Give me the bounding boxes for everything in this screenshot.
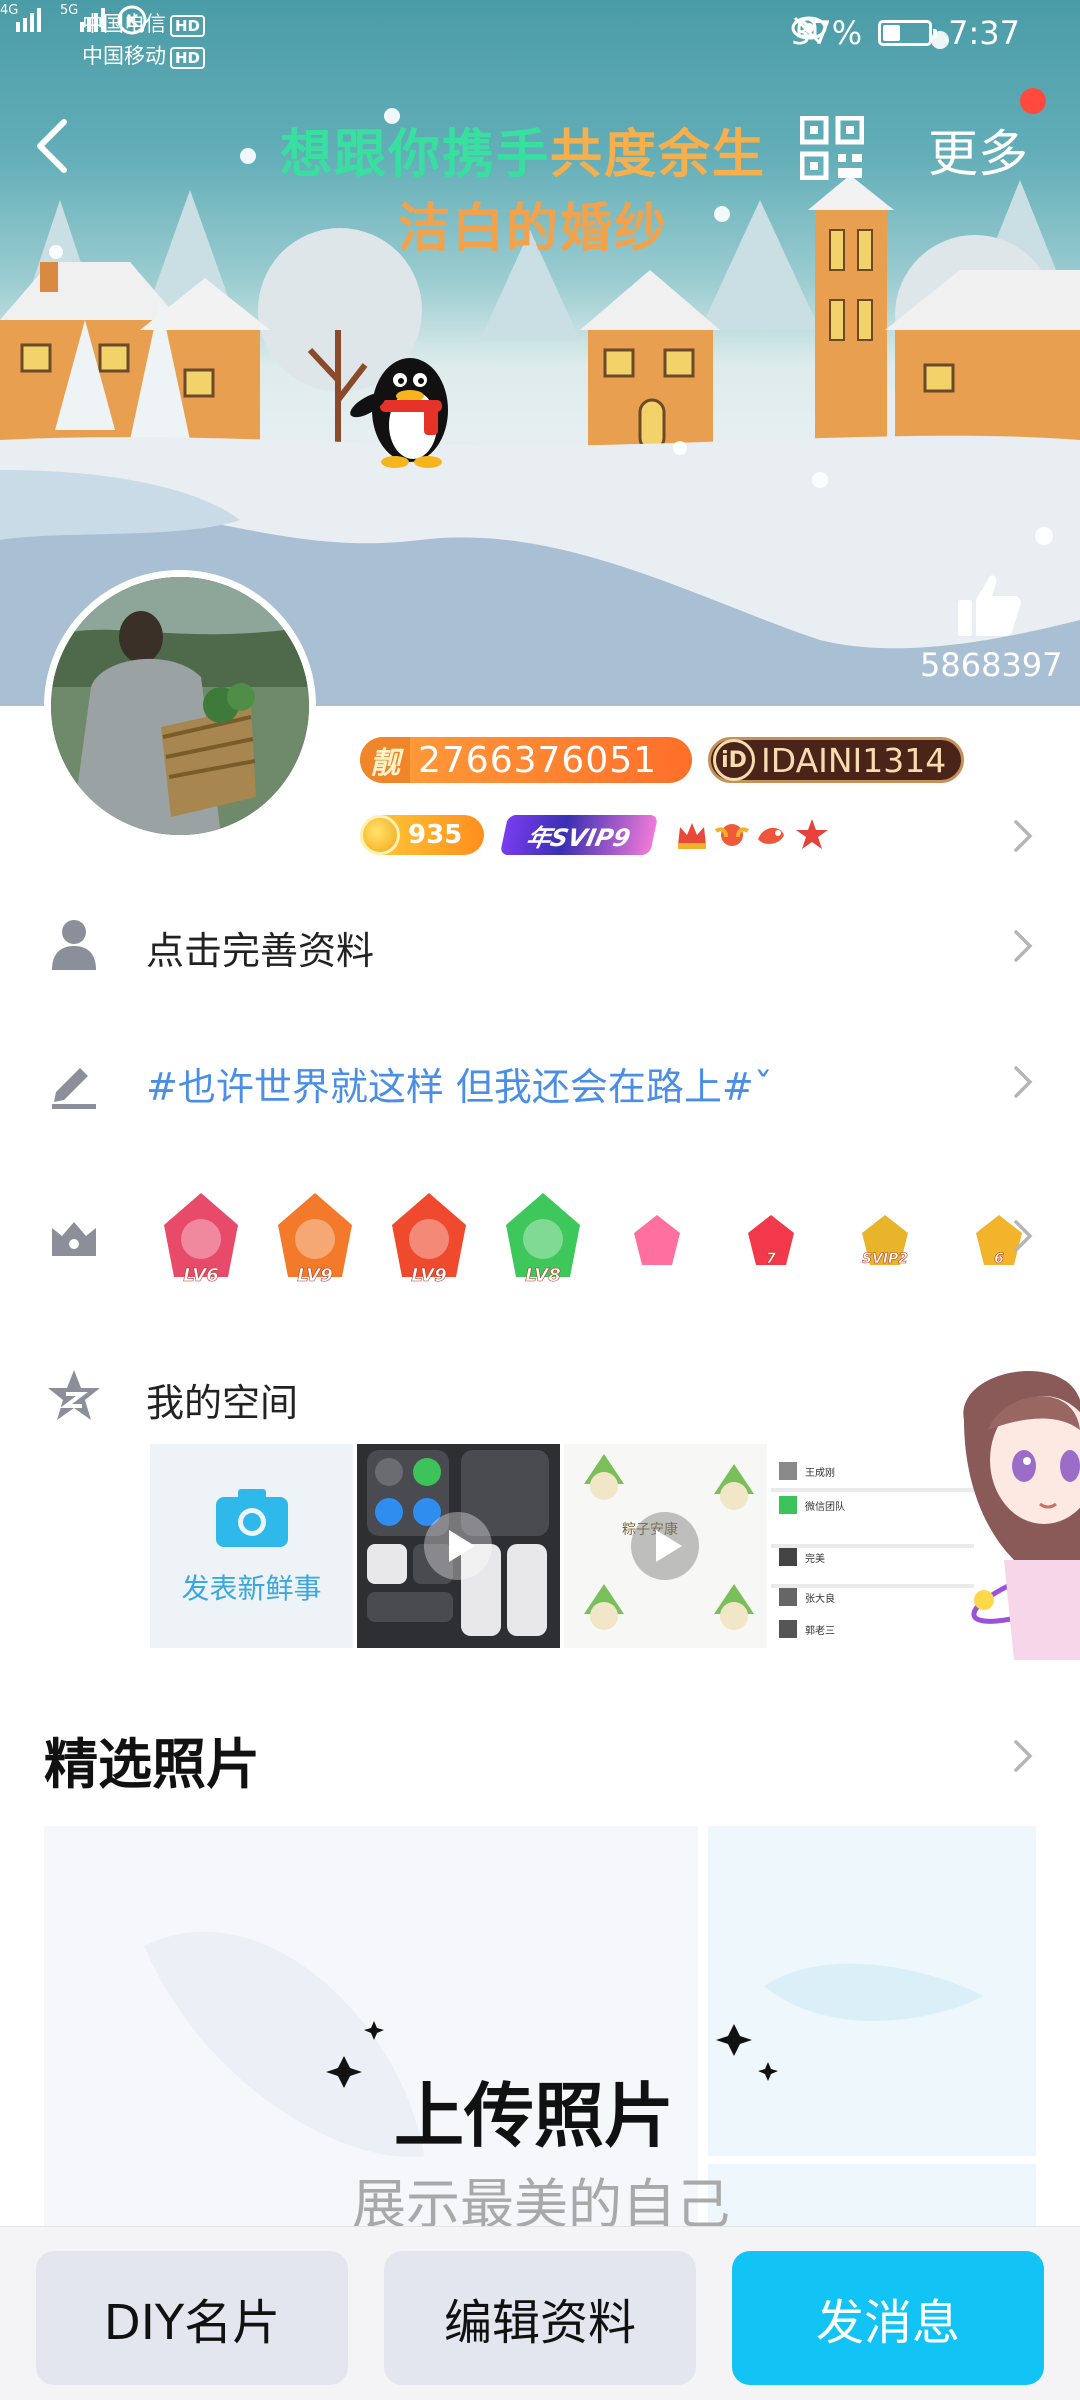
space-thumb-dumpling[interactable]: 粽子安康 — [564, 1444, 767, 1648]
svg-text:张大良: 张大良 — [805, 1592, 835, 1605]
mute-icon — [793, 16, 821, 44]
featured-photos-title: 精选照片 — [44, 1733, 260, 1796]
fish-badge-icon — [754, 817, 790, 853]
anime-girl-mascot[interactable] — [944, 1360, 1080, 1700]
svg-text:完美: 完美 — [805, 1552, 825, 1565]
person-icon — [44, 914, 104, 974]
chevron-right-icon[interactable] — [1012, 818, 1034, 854]
signature-text: #也许世界就这样 但我还会在路上#ˇ — [146, 1065, 773, 1109]
upload-photo-title: 上传照片 — [394, 2075, 674, 2157]
medal-label: LV9 — [411, 1265, 446, 1286]
like-count: 5868397 — [920, 646, 1063, 684]
camera-icon — [215, 1489, 288, 1547]
status-time: 7:37 — [948, 14, 1020, 52]
medal-icon: LV9 — [260, 1185, 374, 1295]
medal-icon: 7 — [716, 1185, 830, 1295]
svip-badge: 年SVIP9 — [499, 815, 659, 855]
medal-icon: LV8 — [488, 1185, 602, 1295]
medal-label: 7 — [766, 1251, 776, 1267]
medal-label: LV9 — [297, 1265, 332, 1286]
crown-icon — [44, 1208, 104, 1268]
medal-icon — [602, 1185, 716, 1295]
avatar-photo — [51, 577, 309, 835]
crown-badge-icon — [674, 817, 710, 853]
liang-label: 靓 — [360, 737, 410, 783]
pencil-icon — [44, 1052, 104, 1112]
medals-list: LV6 LV9 LV9 LV8 7 SVIP2 6 — [146, 1180, 1058, 1300]
medal-label: SVIP2 — [862, 1251, 908, 1267]
battery-fill — [883, 25, 901, 41]
qq-number-badge[interactable]: 靓 2766376051 — [360, 737, 692, 783]
svg-text:5G: 5G — [60, 3, 78, 18]
chevron-right-icon — [1012, 1064, 1034, 1100]
medal-label: LV6 — [183, 1265, 218, 1286]
signal-icon: 4G 5G K — [0, 3, 147, 35]
space-thumb-video[interactable] — [357, 1444, 560, 1648]
medal-icon: SVIP2 — [830, 1185, 944, 1295]
qr-code-icon[interactable] — [800, 116, 864, 180]
bottom-action-bar: DIY名片 编辑资料 发消息 — [0, 2226, 1080, 2400]
qzone-star-icon — [44, 1366, 104, 1426]
chevron-left-icon — [37, 119, 67, 173]
dumpling-festival-stickers: 粽子安康 — [564, 1444, 767, 1648]
coin-badge: 935 — [360, 815, 484, 855]
star-badge-icon — [794, 817, 830, 853]
game-badge-icons — [674, 817, 830, 853]
coin-icon — [360, 815, 400, 855]
new-post-button[interactable]: 发表新鲜事 — [150, 1444, 353, 1648]
send-message-button[interactable]: 发消息 — [732, 2251, 1044, 2385]
carrier-2: 中国移动 HD — [82, 40, 206, 70]
notification-dot — [1020, 88, 1046, 114]
qid-badge[interactable]: iD IDAINI1314 — [708, 737, 964, 783]
battery-icon — [878, 20, 938, 46]
vip-badges-row[interactable]: 935 年SVIP9 — [360, 812, 830, 858]
profile-title: 想跟你携手共度余生 — [280, 125, 767, 185]
complete-profile-label: 点击完善资料 — [146, 929, 375, 973]
wing-badge-icon — [714, 817, 750, 853]
chevron-right-icon — [1012, 928, 1034, 964]
svg-text:王成刚: 王成刚 — [805, 1467, 835, 1479]
medal-label: LV8 — [525, 1265, 560, 1286]
my-space-label[interactable]: 我的空间 — [146, 1372, 298, 1427]
medal-icon: LV6 — [146, 1185, 260, 1295]
qid-value: IDAINI1314 — [761, 740, 947, 780]
new-post-label: 发表新鲜事 — [181, 1572, 322, 1605]
medal-icon: LV9 — [374, 1185, 488, 1295]
diy-card-button[interactable]: DIY名片 — [36, 2251, 348, 2385]
chevron-right-icon[interactable] — [1012, 1738, 1034, 1774]
qq-number: 2766376051 — [418, 739, 658, 781]
avatar[interactable] — [44, 570, 316, 842]
svg-text:郭老三: 郭老三 — [805, 1624, 835, 1637]
medal-label: 6 — [994, 1251, 1004, 1267]
status-bar: 中国电信 HD 中国移动 HD 4G 5G K 37% 7:37 — [0, 0, 1080, 70]
medal-icon: 6 — [944, 1185, 1058, 1295]
svg-text:K: K — [126, 11, 139, 30]
control-center-screenshot — [357, 1444, 560, 1648]
id-icon: iD — [713, 739, 755, 781]
more-button[interactable]: 更多 — [928, 114, 1028, 186]
thumbs-up-icon[interactable] — [954, 570, 1024, 640]
space-thumbnails: 发表新鲜事 粽子安康 — [150, 1444, 974, 1648]
chevron-right-icon — [1012, 1218, 1034, 1254]
back-button[interactable] — [24, 110, 80, 182]
profile-page: 中国电信 HD 中国移动 HD 4G 5G K 37% 7:37 想跟你携手共度余生 — [0, 0, 1080, 2400]
svg-text:4G: 4G — [0, 3, 18, 18]
edit-profile-button[interactable]: 编辑资料 — [384, 2251, 696, 2385]
status-right: 37% 7:37 — [791, 14, 1020, 52]
svg-text:微信团队: 微信团队 — [805, 1500, 845, 1513]
profile-subtitle: 洁白的婚纱 — [398, 199, 669, 259]
